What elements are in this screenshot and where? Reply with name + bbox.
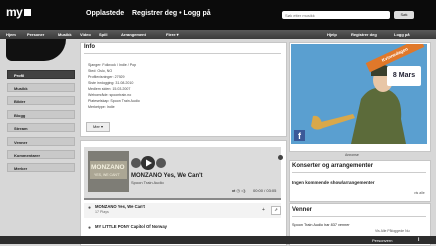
info-icon[interactable]: i xyxy=(418,237,423,243)
friends-links[interactable]: Vis Alle Påloggede Nu xyxy=(375,229,410,233)
no-events-text: Ingen kommende show/arrangementer xyxy=(292,180,375,185)
sidebar-item-profil[interactable]: Profil xyxy=(7,70,75,79)
sidebar-item-blogg[interactable]: Blogg xyxy=(7,110,75,119)
divider xyxy=(292,216,426,217)
nav-hjem[interactable]: Hjem xyxy=(6,32,16,37)
nav-logg-pa[interactable]: Logg på xyxy=(394,32,410,37)
info-heading: Info xyxy=(84,44,95,50)
track-row-plays: 17 Plays xyxy=(95,210,109,214)
info-profile-views: Profilevisninger: 27929 xyxy=(88,75,125,79)
show-all-events-link[interactable]: vis alle xyxy=(414,191,425,195)
sidebar-item-venner[interactable]: Venner xyxy=(7,137,75,146)
player-controls-icons[interactable]: ⇄ ◷ ◁) xyxy=(232,188,245,193)
track-play-icon[interactable]: ● xyxy=(88,205,91,211)
search-box[interactable] xyxy=(282,11,390,19)
nav-hjelp[interactable]: Hjelp xyxy=(327,32,337,37)
facebook-icon[interactable]: f xyxy=(294,130,305,141)
popout-icon[interactable] xyxy=(278,155,283,160)
ad-label: Annonse xyxy=(345,153,359,157)
info-location: Sted: Oslo, NO xyxy=(88,69,113,73)
track-artist[interactable]: Spoon Train Audio xyxy=(131,180,164,185)
info-last-login: Siste innlogging: 31.08.2010 xyxy=(88,81,134,85)
nav-arrangement[interactable]: Arrangement xyxy=(121,32,146,37)
cover-art xyxy=(88,151,129,192)
sidebar-item-bilder[interactable]: Bilder xyxy=(7,96,75,105)
friends-heading: Venner xyxy=(292,207,313,213)
cover-title: MONZANO xyxy=(91,164,125,171)
ad-image[interactable]: Kvinnedagen 8 Mars f xyxy=(291,44,427,144)
track-time: 00:00 / 03:05 xyxy=(253,188,277,193)
register-login-link[interactable]: Registrer deg • Logg på xyxy=(132,10,211,17)
album-cover: MONZANO YES, WE CAN'T xyxy=(88,151,129,192)
search-input[interactable] xyxy=(282,11,390,19)
divider xyxy=(84,53,281,54)
next-button[interactable] xyxy=(156,158,166,168)
track-row-title[interactable]: MY LITTLE PONY Capitol Of Norway xyxy=(95,224,167,229)
info-label: Plateselskap: Spoon Train Audio xyxy=(88,99,140,103)
cover-subtitle: YES, WE CAN'T xyxy=(94,173,120,177)
nav-video[interactable]: Video xyxy=(80,32,91,37)
sidebar-item-kommentarer[interactable]: Kommentarer xyxy=(7,150,75,159)
divider xyxy=(292,172,426,173)
info-type: Merketype: Indie xyxy=(88,105,115,109)
nav-flere[interactable]: Flere ▾ xyxy=(166,32,179,37)
nav-personer[interactable]: Personer xyxy=(27,32,44,37)
concerts-heading: Konserter og arrangementer xyxy=(292,163,374,169)
sidebar-item-musikk[interactable]: Musikk xyxy=(7,83,75,92)
privacy-link[interactable]: Personvern xyxy=(372,238,392,243)
track-title: MONZANO Yes, We Can't xyxy=(131,173,203,179)
info-genre: Sjanger: Folkrock / Indie / Pop xyxy=(88,63,137,67)
info-website[interactable]: Webområde: spoontrain.no xyxy=(88,93,131,97)
sidebar-item-stream[interactable]: Stream xyxy=(7,123,75,132)
track-play-icon[interactable]: ● xyxy=(88,225,91,231)
play-icon xyxy=(146,159,152,167)
prev-button[interactable] xyxy=(131,158,141,168)
sidebar-item-merker[interactable]: Merker xyxy=(7,163,75,172)
ad-illustration xyxy=(291,44,427,144)
track-row-title[interactable]: MONZANO Yes, We Can't xyxy=(95,204,145,209)
nav-musikk[interactable]: Musikk xyxy=(58,32,72,37)
friends-count: Spoon Train Audio har 837 venner xyxy=(292,223,350,227)
nav-registrer[interactable]: Registrer deg xyxy=(351,32,377,37)
nav-opplastede[interactable]: Opplastede xyxy=(86,10,124,17)
play-button[interactable] xyxy=(141,156,155,170)
search-button[interactable]: Søk xyxy=(394,11,414,19)
profile-picture[interactable] xyxy=(6,39,66,61)
site-logo[interactable]: my xyxy=(6,5,32,19)
progress-bar[interactable] xyxy=(84,198,281,200)
ad-logo: 8 Mars xyxy=(387,66,421,86)
info-member-since: Medlem siden: 15.03.2007 xyxy=(88,87,131,91)
bottom-bar xyxy=(0,236,436,244)
add-track-icon[interactable]: + xyxy=(262,207,265,213)
logo-square xyxy=(24,9,32,17)
share-icon[interactable]: ⇗ xyxy=(271,206,281,215)
more-button[interactable]: Mer ▾ xyxy=(86,122,110,132)
nav-spill[interactable]: Spill xyxy=(99,32,107,37)
